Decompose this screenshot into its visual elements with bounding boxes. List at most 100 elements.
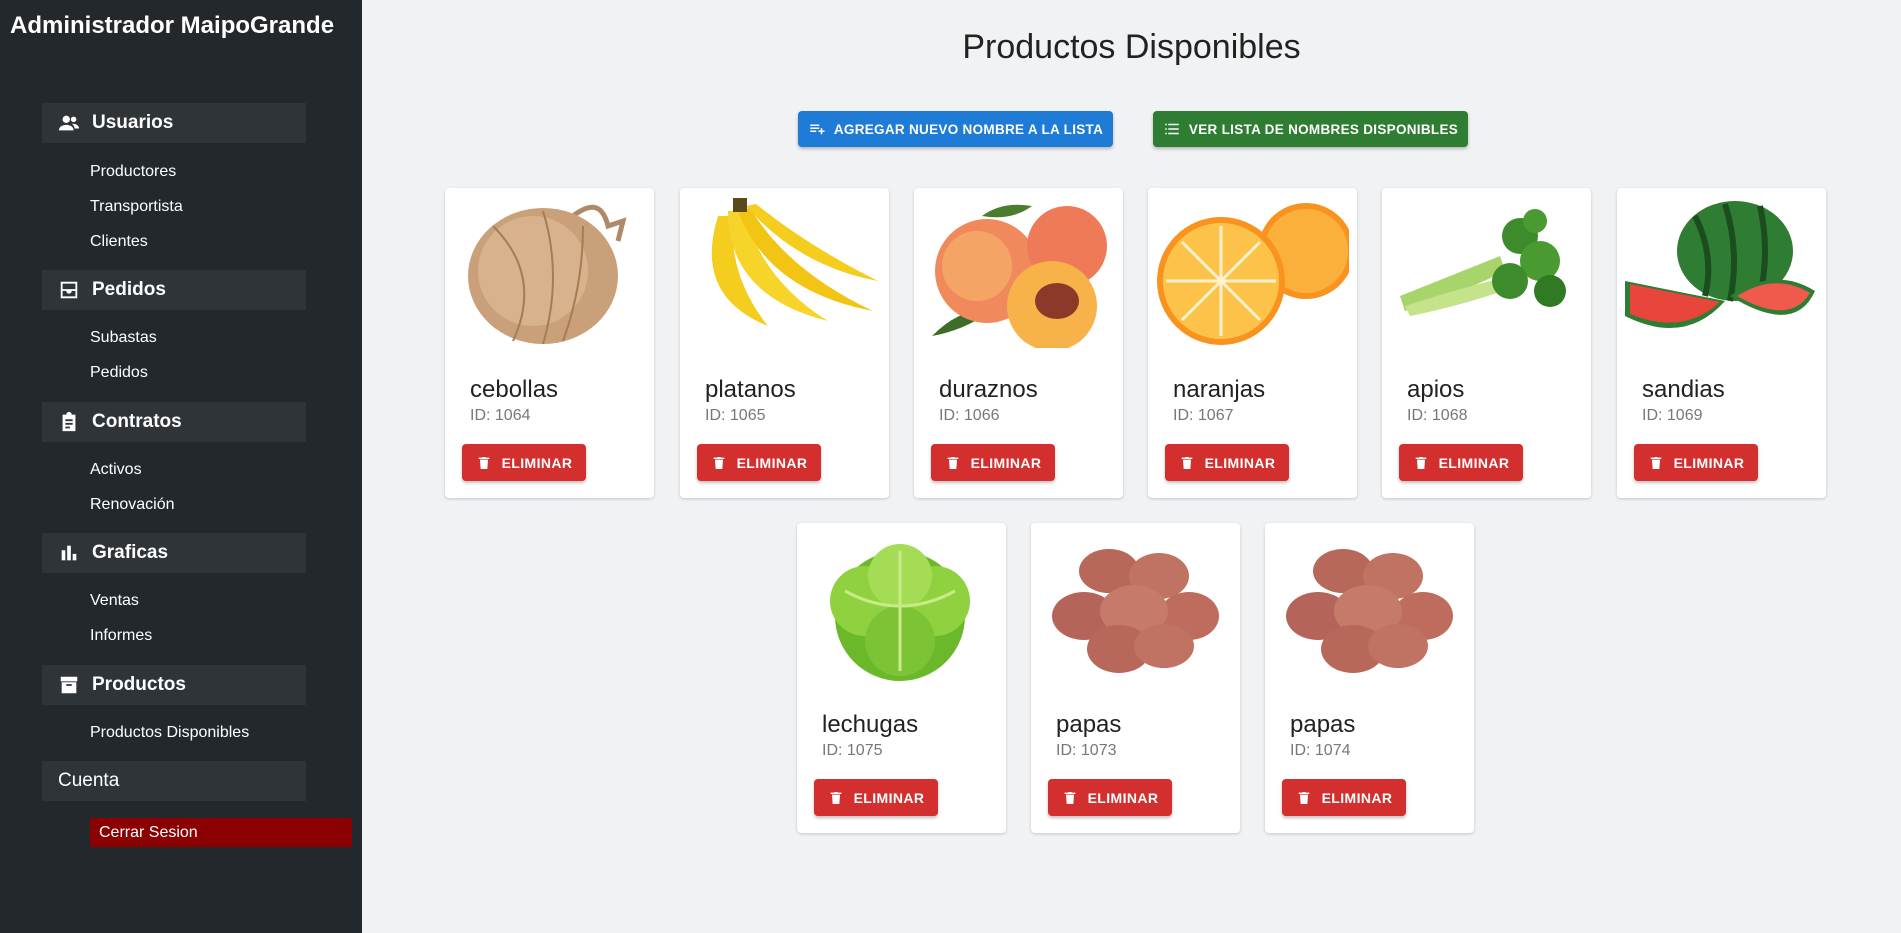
product-id: ID: 1068 bbox=[1407, 407, 1468, 424]
sidebar-item-pedidos[interactable]: Pedidos bbox=[90, 364, 148, 382]
page-title: Productos Disponibles bbox=[962, 28, 1301, 66]
product-name: platanos bbox=[705, 376, 796, 403]
product-id: ID: 1073 bbox=[1056, 742, 1117, 759]
product-id: ID: 1069 bbox=[1642, 407, 1703, 424]
sidebar-section-label: Productos bbox=[92, 674, 186, 695]
trash-icon bbox=[830, 791, 841, 804]
sidebar-section-label: Usuarios bbox=[92, 112, 174, 133]
logout-button[interactable]: Cerrar Sesion bbox=[90, 818, 352, 847]
product-name: cebollas bbox=[470, 376, 559, 403]
trash-icon bbox=[1298, 791, 1309, 804]
add-name-button[interactable]: AGREGAR NUEVO NOMBRE A LA LISTA bbox=[798, 111, 1113, 147]
delete-button[interactable]: ELIMINAR bbox=[1399, 444, 1523, 481]
product-name: papas bbox=[1290, 711, 1356, 738]
sidebar-section-label: Contratos bbox=[92, 411, 182, 432]
sidebar-item-renovacion[interactable]: Renovación bbox=[90, 496, 175, 514]
sidebar-item-subastas[interactable]: Subastas bbox=[90, 329, 157, 347]
product-name: sandias bbox=[1642, 376, 1725, 403]
sidebar-section-cuenta[interactable]: Cuenta bbox=[42, 761, 306, 801]
sidebar-item-productores[interactable]: Productores bbox=[90, 163, 176, 181]
add-name-button-label: AGREGAR NUEVO NOMBRE A LA LISTA bbox=[833, 121, 1104, 137]
clipboard-icon bbox=[62, 411, 76, 432]
app-brand: Administrador MaipoGrande bbox=[10, 12, 335, 39]
sidebar-section-label: Pedidos bbox=[92, 279, 166, 300]
sidebar-section-usuarios[interactable]: Usuarios bbox=[42, 103, 306, 143]
delete-button-label: ELIMINAR bbox=[1673, 454, 1745, 471]
playlist-add-icon bbox=[810, 124, 825, 135]
delete-button-label: ELIMINAR bbox=[970, 454, 1042, 471]
sidebar-item-informes[interactable]: Informes bbox=[90, 627, 152, 645]
product-id: ID: 1064 bbox=[470, 407, 531, 424]
product-image bbox=[922, 196, 1115, 351]
product-card: apios ID: 1068 ELIMINAR bbox=[1382, 188, 1591, 498]
product-card: naranjas ID: 1067 ELIMINAR bbox=[1148, 188, 1357, 498]
product-id: ID: 1066 bbox=[939, 407, 1000, 424]
sidebar-item-clientes[interactable]: Clientes bbox=[90, 233, 148, 251]
product-image bbox=[1390, 196, 1583, 348]
delete-button[interactable]: ELIMINAR bbox=[931, 444, 1055, 481]
list-icon bbox=[1165, 123, 1179, 135]
product-card: papas ID: 1073 ELIMINAR bbox=[1031, 523, 1240, 833]
trash-icon bbox=[1650, 456, 1661, 469]
sidebar-section-label: Graficas bbox=[92, 542, 169, 563]
trash-icon bbox=[1064, 791, 1075, 804]
sidebar-item-productos-disponibles[interactable]: Productos Disponibles bbox=[90, 724, 249, 742]
sidebar-section-pedidos[interactable]: Pedidos bbox=[42, 270, 306, 310]
sidebar-section-graficas[interactable]: Graficas bbox=[42, 533, 306, 573]
sidebar-item-activos[interactable]: Activos bbox=[90, 461, 142, 479]
product-card: cebollas ID: 1064 ELIMINAR bbox=[445, 188, 654, 498]
delete-button[interactable]: ELIMINAR bbox=[462, 444, 586, 481]
product-image bbox=[805, 531, 998, 683]
product-image bbox=[1625, 196, 1818, 348]
sidebar: Administrador MaipoGrande Usuarios Produ… bbox=[0, 0, 362, 933]
bar-chart-icon bbox=[61, 545, 77, 561]
product-card: papas ID: 1074 ELIMINAR bbox=[1265, 523, 1474, 833]
product-id: ID: 1067 bbox=[1173, 407, 1234, 424]
delete-button-label: ELIMINAR bbox=[1087, 789, 1159, 806]
inbox-icon bbox=[60, 281, 78, 299]
product-card: sandias ID: 1069 ELIMINAR bbox=[1617, 188, 1826, 498]
trash-icon bbox=[713, 456, 724, 469]
product-image bbox=[688, 196, 881, 348]
product-image bbox=[453, 196, 646, 348]
product-name: papas bbox=[1056, 711, 1122, 738]
product-image bbox=[1156, 196, 1354, 348]
users-icon bbox=[58, 115, 80, 131]
delete-button-label: ELIMINAR bbox=[853, 789, 925, 806]
trash-icon bbox=[1181, 456, 1192, 469]
trash-icon bbox=[1415, 456, 1426, 469]
delete-button-label: ELIMINAR bbox=[1204, 454, 1276, 471]
delete-button-label: ELIMINAR bbox=[1438, 454, 1510, 471]
product-name: lechugas bbox=[822, 711, 919, 738]
view-names-button-label: VER LISTA DE NOMBRES DISPONIBLES bbox=[1188, 121, 1459, 137]
delete-button[interactable]: ELIMINAR bbox=[697, 444, 821, 481]
product-card: platanos ID: 1065 ELIMINAR bbox=[680, 188, 889, 498]
product-id: ID: 1065 bbox=[705, 407, 766, 424]
delete-button[interactable]: ELIMINAR bbox=[814, 779, 938, 816]
product-name: apios bbox=[1407, 376, 1465, 403]
sidebar-section-productos[interactable]: Productos bbox=[42, 665, 306, 705]
product-name: naranjas bbox=[1173, 376, 1266, 403]
delete-button-label: ELIMINAR bbox=[1321, 789, 1393, 806]
delete-button[interactable]: ELIMINAR bbox=[1165, 444, 1289, 481]
archive-icon bbox=[60, 676, 78, 694]
trash-icon bbox=[478, 456, 489, 469]
delete-button-label: ELIMINAR bbox=[501, 454, 573, 471]
product-card: lechugas ID: 1075 ELIMINAR bbox=[797, 523, 1006, 833]
product-image bbox=[1039, 531, 1232, 683]
product-card: duraznos ID: 1066 ELIMINAR bbox=[914, 188, 1123, 498]
delete-button[interactable]: ELIMINAR bbox=[1048, 779, 1172, 816]
sidebar-section-contratos[interactable]: Contratos bbox=[42, 402, 306, 442]
sidebar-item-transportista[interactable]: Transportista bbox=[90, 198, 183, 216]
product-name: duraznos bbox=[939, 376, 1038, 403]
trash-icon bbox=[947, 456, 958, 469]
delete-button-label: ELIMINAR bbox=[736, 454, 808, 471]
sidebar-item-ventas[interactable]: Ventas bbox=[90, 592, 139, 610]
delete-button[interactable]: ELIMINAR bbox=[1282, 779, 1406, 816]
sidebar-section-label: Cuenta bbox=[58, 770, 120, 791]
product-id: ID: 1075 bbox=[822, 742, 883, 759]
view-names-button[interactable]: VER LISTA DE NOMBRES DISPONIBLES bbox=[1153, 111, 1468, 147]
product-image bbox=[1273, 531, 1466, 683]
product-id: ID: 1074 bbox=[1290, 742, 1351, 759]
delete-button[interactable]: ELIMINAR bbox=[1634, 444, 1758, 481]
